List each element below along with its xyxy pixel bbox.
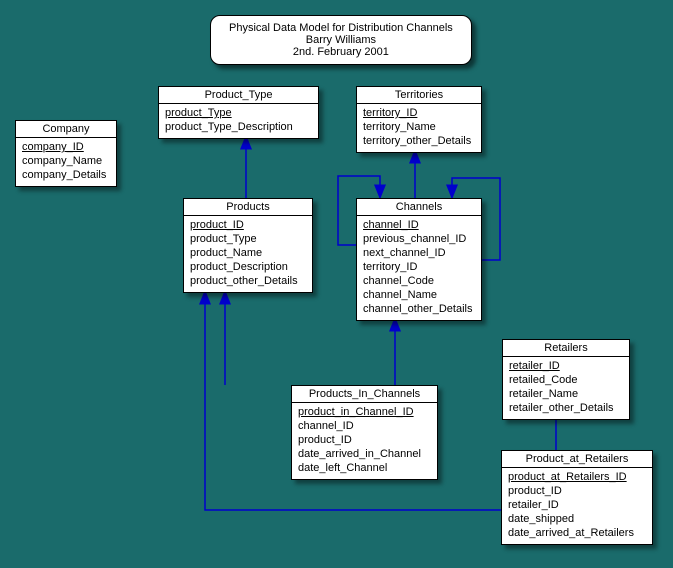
attr: product_ID: [508, 484, 646, 498]
attr: product_ID: [298, 433, 431, 447]
entity-title: Products_In_Channels: [292, 386, 437, 403]
entity-title: Company: [16, 121, 116, 138]
entity-title: Product_at_Retailers: [502, 451, 652, 468]
attr: territory_Name: [363, 120, 475, 134]
entity-title: Product_Type: [159, 87, 318, 104]
attr: channel_other_Details: [363, 302, 475, 316]
attr: company_Details: [22, 168, 110, 182]
attr-pk: product_in_Channel_ID: [298, 405, 431, 419]
attr: channel_Code: [363, 274, 475, 288]
entity-title: Products: [184, 199, 312, 216]
attr: retailer_Name: [509, 387, 623, 401]
attr: retailer_other_Details: [509, 401, 623, 415]
attr: retailed_Code: [509, 373, 623, 387]
title-line-3: 2nd. February 2001: [229, 46, 453, 58]
attr: previous_channel_ID: [363, 232, 475, 246]
attr-pk: channel_ID: [363, 218, 475, 232]
attr: product_Description: [190, 260, 306, 274]
entity-channels: Channels channel_ID previous_channel_ID …: [356, 198, 482, 321]
attr: territory_other_Details: [363, 134, 475, 148]
attr: date_arrived_at_Retailers: [508, 526, 646, 540]
attr-pk: product_ID: [190, 218, 306, 232]
attr: company_Name: [22, 154, 110, 168]
entity-retailers: Retailers retailer_ID retailed_Code reta…: [502, 339, 630, 420]
attr: retailer_ID: [508, 498, 646, 512]
attr: date_left_Channel: [298, 461, 431, 475]
attr: product_other_Details: [190, 274, 306, 288]
diagram-title: Physical Data Model for Distribution Cha…: [210, 15, 472, 65]
attr-pk: territory_ID: [363, 106, 475, 120]
attr: territory_ID: [363, 260, 475, 274]
entity-company: Company company_ID company_Name company_…: [15, 120, 117, 187]
entity-products: Products product_ID product_Type product…: [183, 198, 313, 293]
entity-territories: Territories territory_ID territory_Name …: [356, 86, 482, 153]
attr-pk: company_ID: [22, 140, 110, 154]
attr-pk: retailer_ID: [509, 359, 623, 373]
attr: next_channel_ID: [363, 246, 475, 260]
attr: date_shipped: [508, 512, 646, 526]
attr: date_arrived_in_Channel: [298, 447, 431, 461]
attr-pk: product_Type: [165, 106, 312, 120]
entity-product-at-retailers: Product_at_Retailers product_at_Retailer…: [501, 450, 653, 545]
entity-products-in-channels: Products_In_Channels product_in_Channel_…: [291, 385, 438, 480]
attr: product_Type: [190, 232, 306, 246]
entity-title: Territories: [357, 87, 481, 104]
attr-pk: product_at_Retailers_ID: [508, 470, 646, 484]
entity-product-type: Product_Type product_Type product_Type_D…: [158, 86, 319, 139]
entity-title: Channels: [357, 199, 481, 216]
attr: product_Name: [190, 246, 306, 260]
attr: product_Type_Description: [165, 120, 312, 134]
attr: channel_Name: [363, 288, 475, 302]
entity-title: Retailers: [503, 340, 629, 357]
title-line-1: Physical Data Model for Distribution Cha…: [229, 22, 453, 34]
title-line-2: Barry Williams: [229, 34, 453, 46]
attr: channel_ID: [298, 419, 431, 433]
